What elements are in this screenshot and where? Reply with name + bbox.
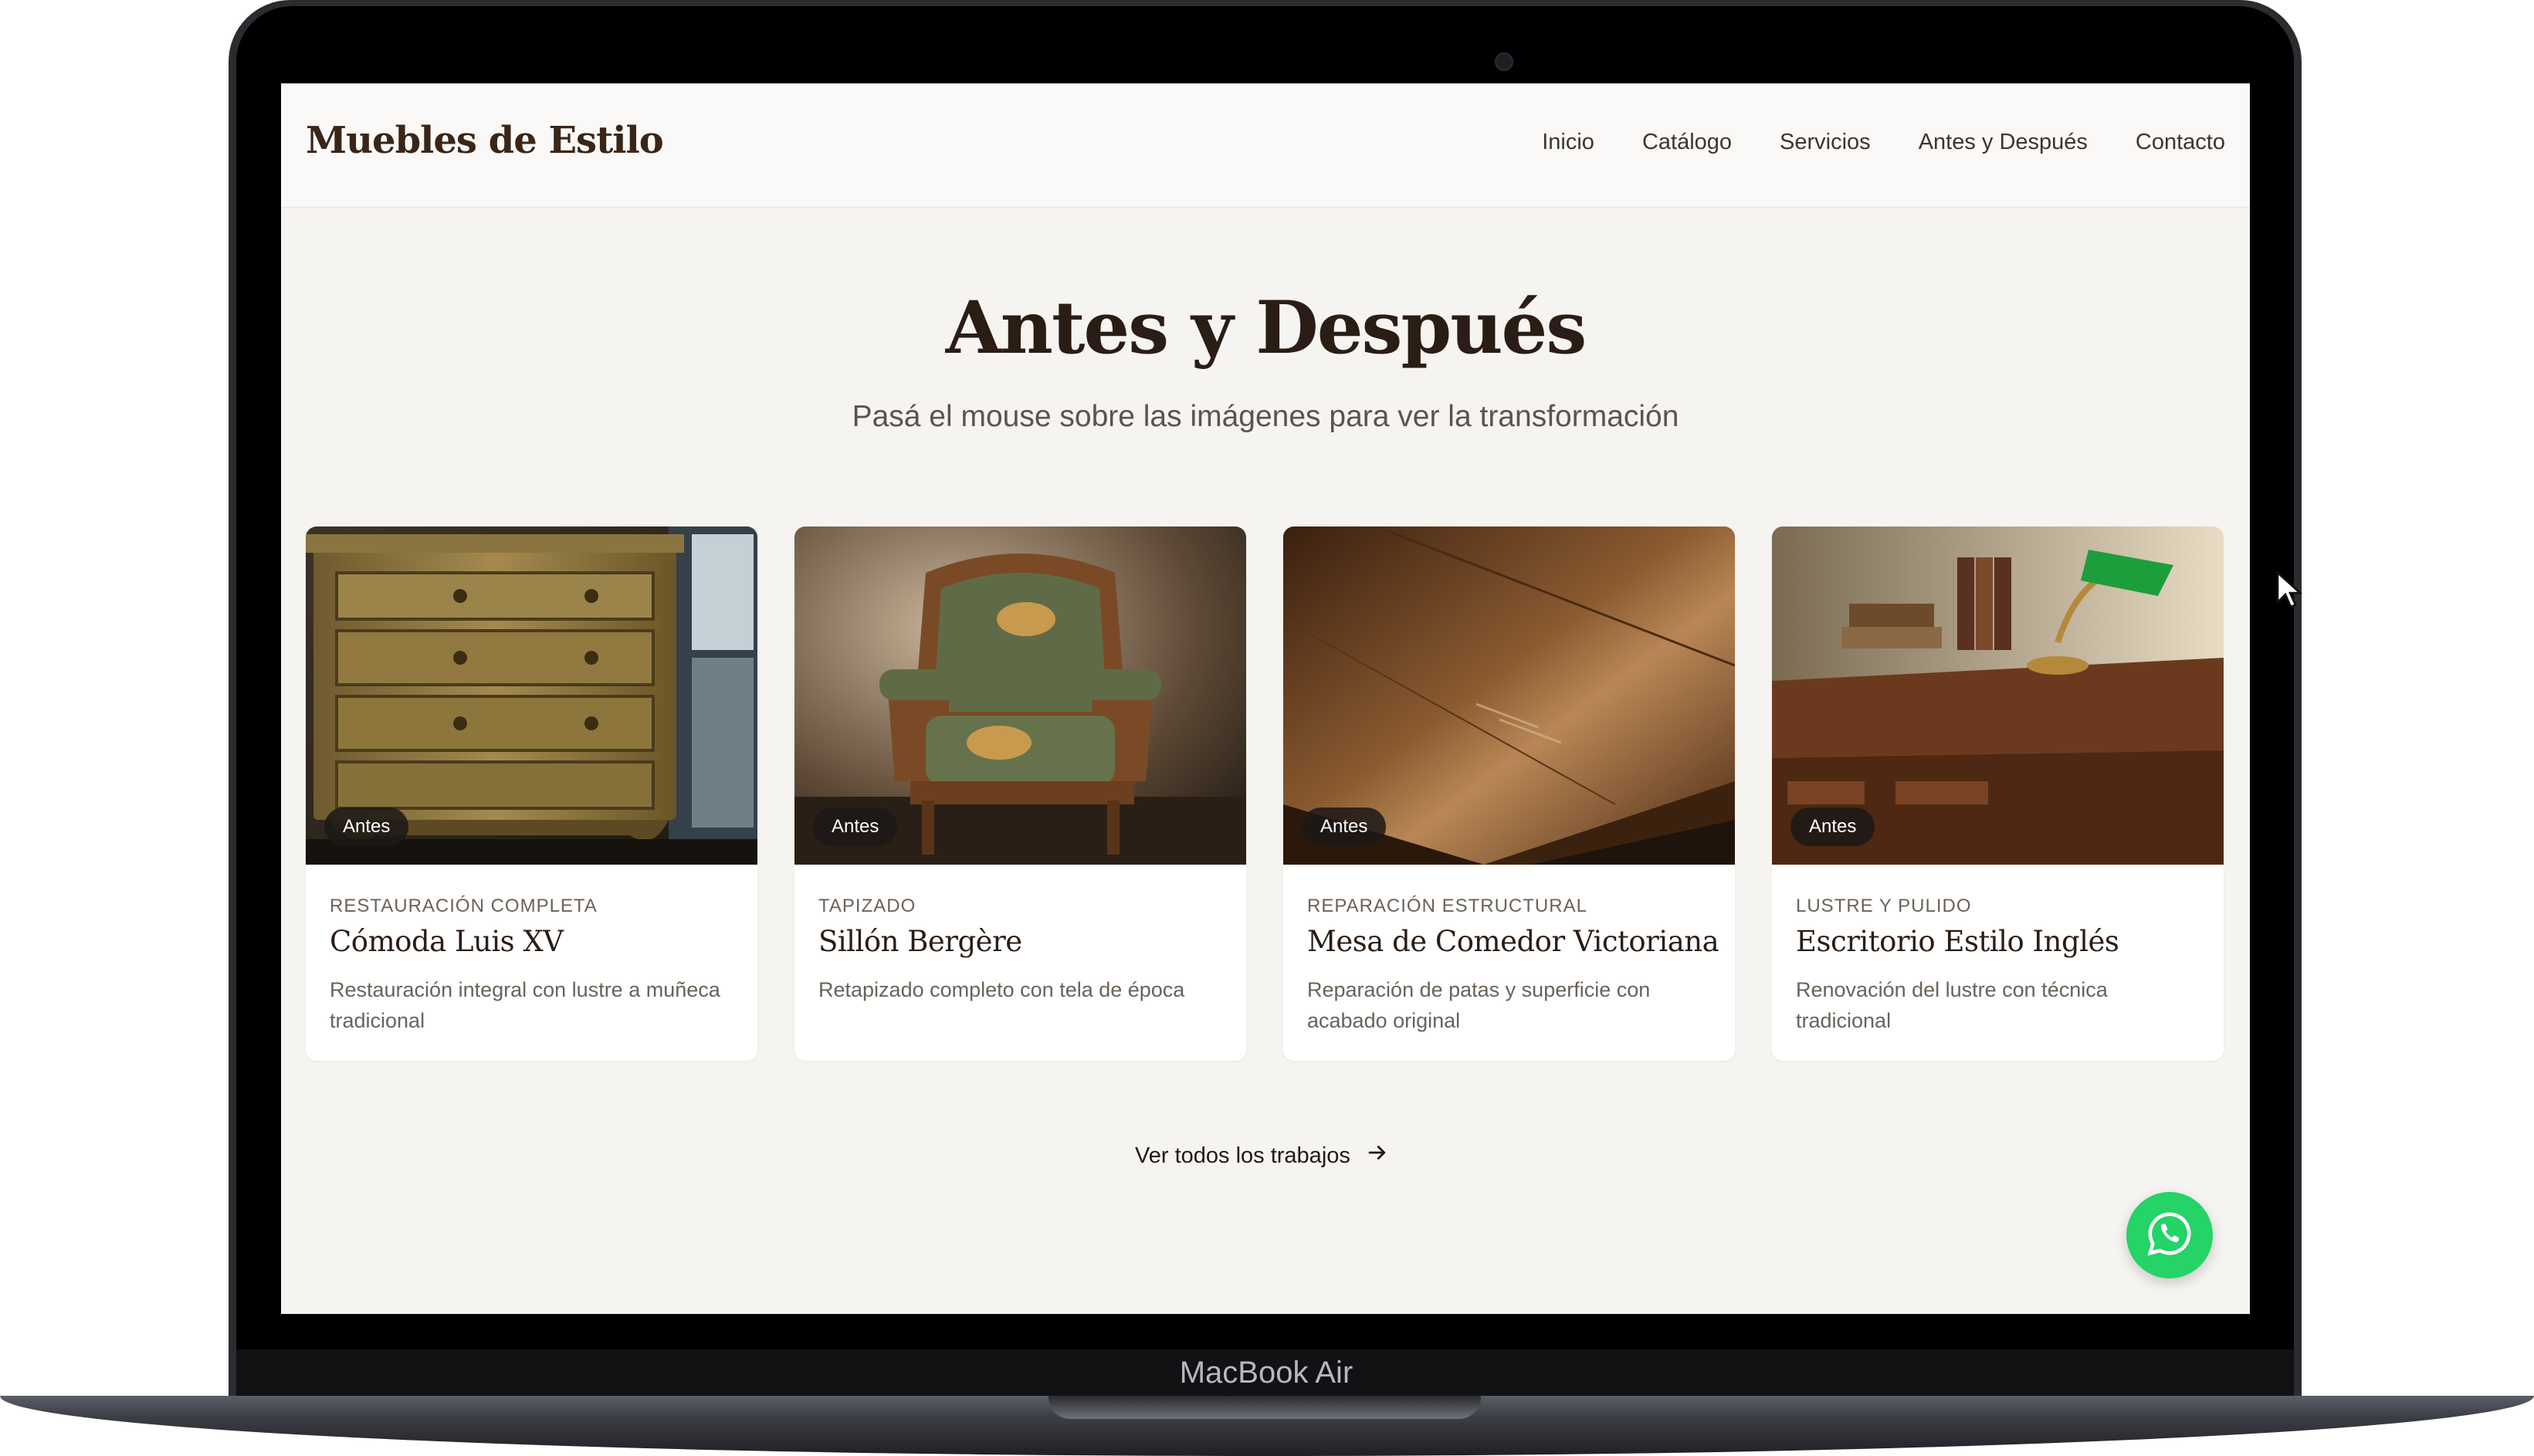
view-all-label: Ver todos los trabajos — [1135, 1143, 1350, 1168]
before-badge: Antes — [324, 808, 409, 846]
whatsapp-icon — [2146, 1210, 2194, 1261]
before-badge: Antes — [813, 808, 898, 846]
nav-link-antes-despues[interactable]: Antes y Después — [1919, 130, 2088, 155]
card-description: Reparación de patas y superficie con aca… — [1307, 978, 1651, 1032]
mouse-cursor-icon — [2276, 571, 2303, 613]
laptop-hinge-notch — [1048, 1396, 1481, 1419]
nav-link-inicio[interactable]: Inicio — [1542, 130, 1594, 155]
nav-link-servicios[interactable]: Servicios — [1780, 130, 1871, 155]
card-title[interactable]: Escritorio Estilo Inglés — [1796, 925, 2119, 958]
project-image-table[interactable]: Antes — [1283, 527, 1735, 865]
browser-viewport: Muebles de Estilo Inicio Catálogo Servic… — [281, 83, 2250, 1314]
card-description: Restauración integral con lustre a muñec… — [330, 978, 720, 1032]
card-description: Retapizado completo con tela de época — [818, 978, 1185, 1001]
project-image-armchair[interactable]: Antes — [794, 527, 1246, 865]
section-title: Antes y Después — [945, 286, 1587, 371]
card-category: RESTAURACIÓN COMPLETA — [330, 896, 598, 916]
project-card[interactable]: Antes RESTAURACIÓN COMPLETA Cómoda Luis … — [306, 527, 757, 1061]
view-all-link[interactable]: Ver todos los trabajos — [1135, 1141, 1389, 1170]
card-category: REPARACIÓN ESTRUCTURAL — [1307, 896, 1587, 916]
card-title[interactable]: Cómoda Luis XV — [330, 925, 564, 958]
before-badge: Antes — [1302, 808, 1387, 846]
project-image-desk[interactable]: Antes — [1772, 527, 2224, 865]
project-image-commode[interactable]: Antes — [306, 527, 757, 865]
nav-link-contacto[interactable]: Contacto — [2136, 130, 2225, 155]
project-card[interactable]: Antes REPARACIÓN ESTRUCTURAL Mesa de Com… — [1283, 527, 1735, 1061]
site-header: Muebles de Estilo Inicio Catálogo Servic… — [281, 83, 2250, 208]
card-category: TAPIZADO — [818, 896, 916, 916]
card-category: LUSTRE Y PULIDO — [1796, 896, 1972, 916]
project-card[interactable]: Antes LUSTRE Y PULIDO Escritorio Estilo … — [1772, 527, 2224, 1061]
before-badge: Antes — [1790, 808, 1875, 846]
main-nav: Inicio Catálogo Servicios Antes y Despué… — [1542, 130, 2225, 155]
device-brand-label: MacBook Air — [1179, 1356, 1353, 1390]
card-description: Renovación del lustre con técnica tradic… — [1796, 978, 2108, 1032]
nav-link-catalogo[interactable]: Catálogo — [1642, 130, 1732, 155]
site-logo[interactable]: Muebles de Estilo — [306, 119, 664, 162]
card-title[interactable]: Sillón Bergère — [818, 925, 1022, 958]
section-subtitle: Pasá el mouse sobre las imágenes para ve… — [852, 400, 1679, 433]
camera-icon — [1495, 52, 1513, 71]
card-title[interactable]: Mesa de Comedor Victoriana — [1307, 925, 1719, 958]
arrow-right-icon — [1366, 1141, 1389, 1170]
project-card[interactable]: Antes TAPIZADO Sillón Bergère Retapizado… — [794, 527, 1246, 1061]
whatsapp-button[interactable] — [2126, 1192, 2213, 1278]
